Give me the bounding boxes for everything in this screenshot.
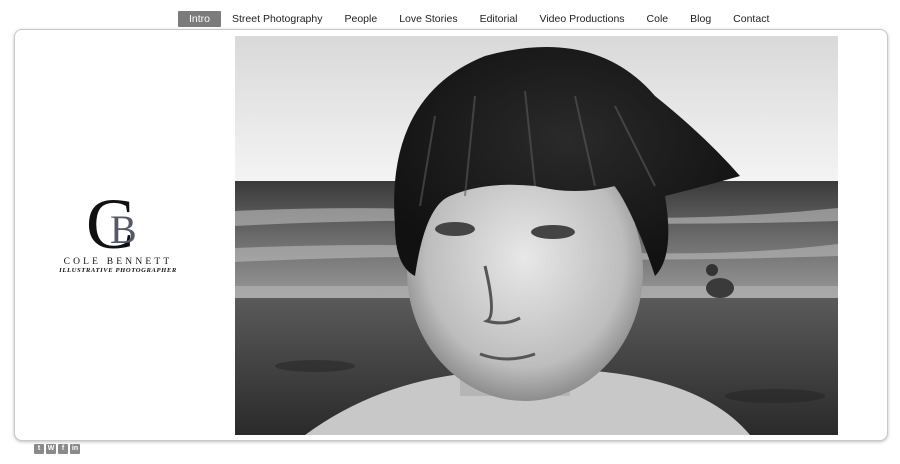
nav-item-editorial[interactable]: Editorial: [469, 11, 529, 27]
nav-item-blog[interactable]: Blog: [679, 11, 722, 27]
nav-item-intro[interactable]: Intro: [178, 11, 222, 27]
twitter-icon[interactable]: t: [34, 444, 44, 454]
nav-item-street-photography[interactable]: Street Photography: [221, 11, 333, 27]
logo-name: COLE BENNETT: [63, 257, 173, 267]
cb-monogram-logo: C B: [86, 190, 137, 256]
logo-tagline: ILLUSTRATIVE PHOTOGRAPHER: [59, 267, 177, 274]
monogram-b: B: [110, 207, 137, 252]
nav-item-love-stories[interactable]: Love Stories: [388, 11, 468, 27]
main-nav: Intro Street Photography People Love Sto…: [178, 11, 780, 27]
social-links: t W f in: [34, 444, 80, 454]
nav-item-video-productions[interactable]: Video Productions: [529, 11, 636, 27]
content-frame: C B COLE BENNETT ILLUSTRATIVE PHOTOGRAPH…: [14, 29, 888, 441]
nav-item-contact[interactable]: Contact: [722, 11, 780, 27]
nav-item-cole[interactable]: Cole: [636, 11, 680, 27]
facebook-icon[interactable]: f: [58, 444, 68, 454]
linkedin-icon[interactable]: in: [70, 444, 80, 454]
page: Intro Street Photography People Love Sto…: [0, 0, 900, 464]
hero-photo: [235, 36, 838, 435]
hero-photo-image: [235, 36, 838, 435]
nav-item-people[interactable]: People: [334, 11, 389, 27]
site-logo[interactable]: C B COLE BENNETT ILLUSTRATIVE PHOTOGRAPH…: [48, 190, 188, 274]
wordpress-icon[interactable]: W: [46, 444, 56, 454]
